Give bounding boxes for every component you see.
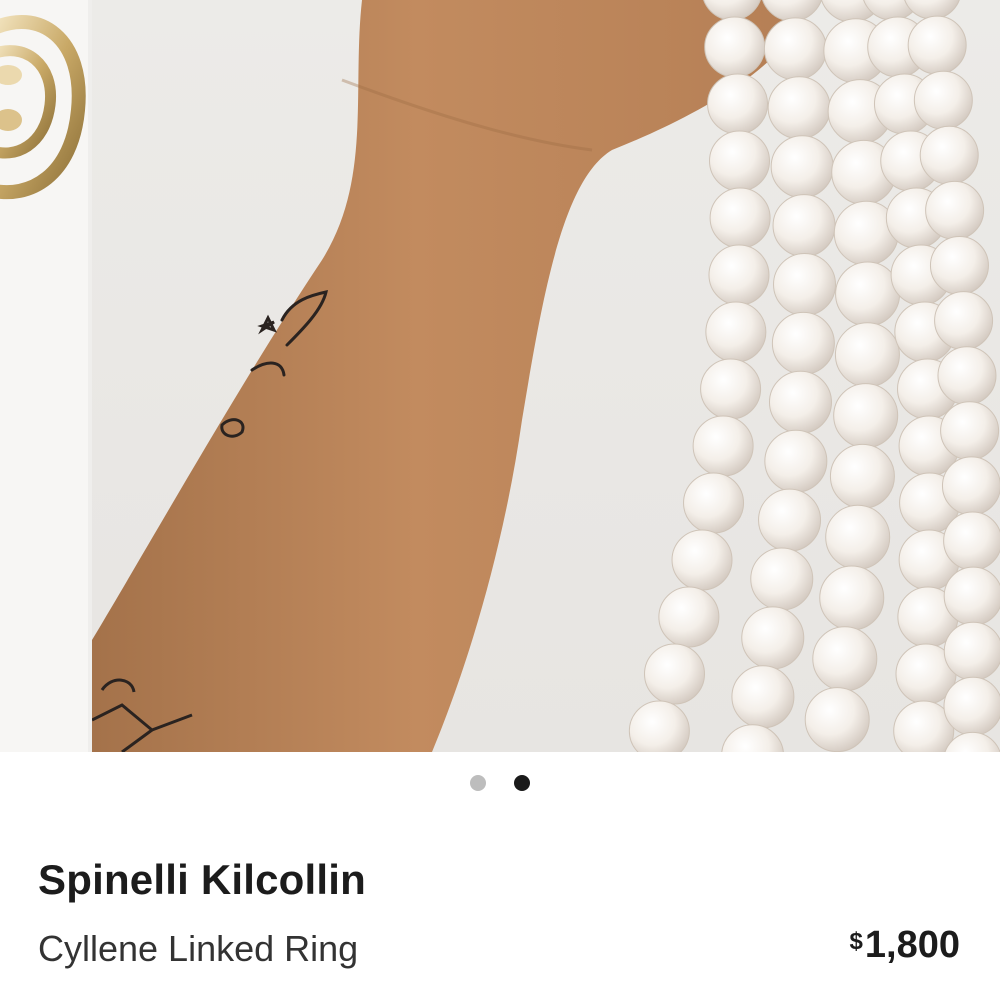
product-price: $ 1,800	[850, 924, 960, 967]
pagination-dot-2-active[interactable]	[514, 775, 530, 791]
product-page: Spinelli Kilcollin Cyllene Linked Ring $…	[0, 0, 1000, 1000]
product-name[interactable]: Cyllene Linked Ring	[38, 928, 358, 970]
gold-ring-image	[0, 14, 86, 200]
pagination-dot-1[interactable]	[470, 775, 486, 791]
arm-with-pearls-image	[92, 0, 1000, 752]
image-carousel[interactable]	[0, 0, 1000, 752]
carousel-pagination	[0, 775, 1000, 791]
price-amount: 1,800	[864, 924, 960, 966]
brand-name[interactable]: Spinelli Kilcollin	[38, 856, 366, 904]
carousel-current-slide-pearls[interactable]	[92, 0, 1000, 752]
price-currency: $	[849, 928, 863, 955]
carousel-prev-slide-gold-ring[interactable]	[0, 0, 88, 752]
